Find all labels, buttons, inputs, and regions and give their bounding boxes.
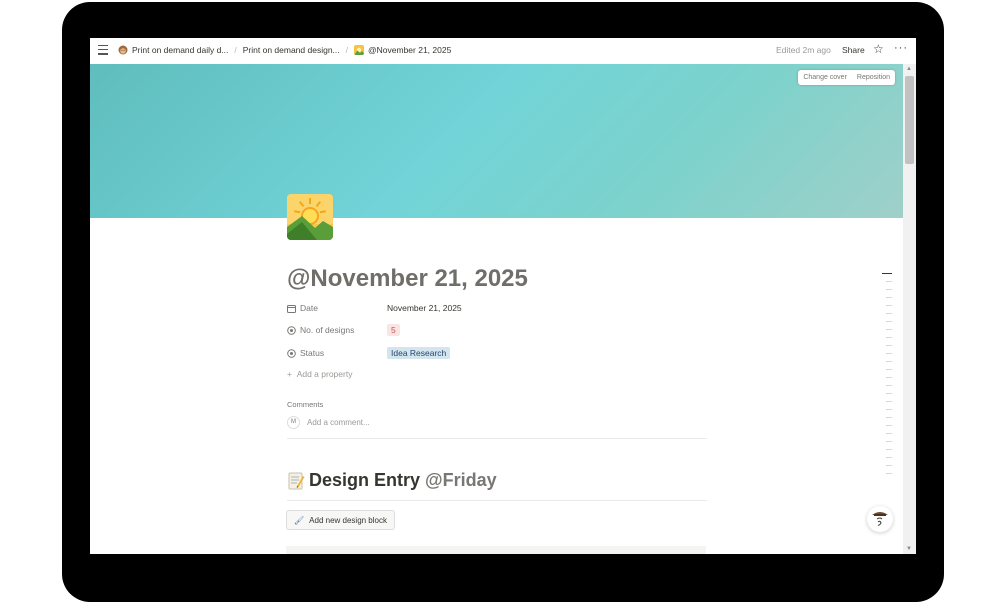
edited-timestamp: Edited 2m ago [776, 45, 831, 55]
add-property-button[interactable]: + Add a property [287, 369, 352, 379]
breadcrumb-label: @November 21, 2025 [368, 45, 452, 55]
property-label-text: Status [300, 348, 325, 358]
breadcrumb-separator: / [234, 45, 237, 55]
section-heading[interactable]: Design Entry @Friday [287, 470, 497, 491]
comment-input[interactable]: Add a comment... [307, 418, 370, 427]
divider [287, 500, 707, 501]
scroll-down-arrow-icon[interactable]: ▼ [906, 546, 912, 552]
plus-icon: + [287, 369, 297, 379]
breadcrumb-item-daily[interactable]: Print on demand daily d... [118, 45, 228, 55]
cover-actions: Change cover Reposition [798, 70, 895, 85]
property-value-date[interactable]: November 21, 2025 [387, 303, 462, 313]
content-block-placeholder [286, 546, 706, 554]
calendar-icon [287, 304, 296, 313]
breadcrumb-separator: / [345, 45, 349, 55]
breadcrumb-item-design[interactable]: Print on demand design... [243, 45, 340, 55]
property-row-date[interactable]: Date November 21, 2025 [287, 301, 462, 315]
breadcrumb-label: Print on demand design... [242, 45, 340, 55]
property-value-designs-tag[interactable]: 5 [387, 324, 400, 336]
property-row-status[interactable]: Status Idea Research [287, 346, 451, 360]
property-value-status-tag[interactable]: Idea Research [387, 347, 451, 359]
memo-icon [288, 472, 305, 489]
property-label-text: Date [300, 303, 318, 313]
property-row-designs[interactable]: No. of designs 5 [287, 323, 400, 337]
breadcrumb-label: Print on demand daily d... [132, 45, 229, 55]
topbar: Print on demand daily d... / Print on de… [90, 38, 916, 64]
breadcrumb-item-current[interactable]: @November 21, 2025 [354, 45, 451, 55]
date-mention[interactable]: @Friday [425, 470, 497, 491]
add-design-block-button[interactable]: 🖌 Add new design block [286, 510, 395, 530]
notion-window: Print on demand daily d... / Print on de… [90, 38, 916, 554]
property-label: No. of designs [287, 325, 387, 335]
property-label: Date [287, 303, 387, 313]
more-options-icon[interactable]: ··· [894, 42, 908, 54]
page-sunrise-icon[interactable] [287, 194, 333, 240]
property-label-text: No. of designs [300, 325, 355, 335]
section-heading-text: Design Entry [309, 470, 421, 490]
reposition-button[interactable]: Reposition [852, 70, 895, 85]
monkey-icon [118, 45, 128, 55]
comments-heading: Comments [287, 400, 324, 409]
paintbrush-icon: 🖌 [294, 515, 305, 525]
share-button[interactable]: Share [842, 45, 865, 55]
scrollbar-thumb[interactable] [905, 76, 914, 164]
assistant-avatar-icon[interactable] [867, 506, 893, 532]
comment-input-row[interactable]: M Add a comment... [287, 416, 370, 429]
sunrise-icon [354, 45, 365, 55]
avatar: M [287, 416, 300, 429]
add-property-label: Add a property [296, 369, 353, 379]
scroll-up-arrow-icon[interactable]: ▲ [906, 66, 912, 72]
page-outline-minimap[interactable] [882, 273, 892, 481]
add-design-block-label: Add new design block [309, 515, 387, 525]
change-cover-button[interactable]: Change cover [798, 70, 852, 85]
status-icon [287, 348, 296, 358]
page-cover: Change cover Reposition [90, 64, 903, 218]
property-label: Status [287, 348, 387, 358]
status-icon [287, 325, 296, 335]
sidebar-menu-icon[interactable] [98, 45, 108, 55]
divider [287, 438, 707, 439]
breadcrumb: Print on demand daily d... / Print on de… [118, 45, 451, 55]
favorite-star-icon[interactable]: ☆ [873, 42, 884, 56]
vertical-scrollbar[interactable]: ▲ ▼ [903, 64, 916, 554]
page-title[interactable]: @November 21, 2025 [287, 265, 528, 293]
